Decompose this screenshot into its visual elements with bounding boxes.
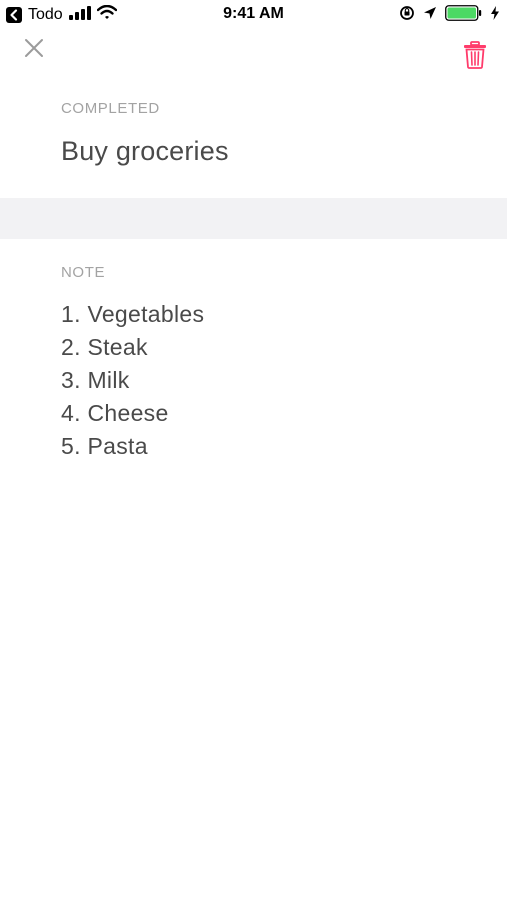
- note-item: 1. Vegetables: [61, 301, 205, 327]
- delete-button[interactable]: [463, 41, 487, 69]
- orientation-lock-icon: [399, 5, 415, 26]
- close-icon: [25, 39, 43, 57]
- note-item: 5. Pasta: [61, 433, 148, 459]
- section-divider: [0, 198, 507, 239]
- note-item: 3. Milk: [61, 367, 130, 393]
- status-bar: Todo 9:41 AM: [0, 0, 507, 30]
- screen: Todo 9:41 AM COMPLETED Buy groceries NOT…: [0, 0, 507, 900]
- battery-icon: [445, 5, 483, 26]
- note-item: 2. Steak: [61, 334, 148, 360]
- charging-bolt-icon: [491, 6, 499, 25]
- task-title[interactable]: Buy groceries: [61, 136, 229, 167]
- note-list[interactable]: 1. Vegetables 2. Steak 3. Milk 4. Cheese…: [61, 298, 204, 463]
- note-label: NOTE: [61, 264, 106, 281]
- close-button[interactable]: [22, 36, 46, 60]
- trash-icon: [464, 41, 486, 69]
- location-arrow-icon: [423, 6, 437, 25]
- status-right: [399, 5, 499, 26]
- note-item: 4. Cheese: [61, 400, 169, 426]
- status-label: COMPLETED: [61, 100, 160, 117]
